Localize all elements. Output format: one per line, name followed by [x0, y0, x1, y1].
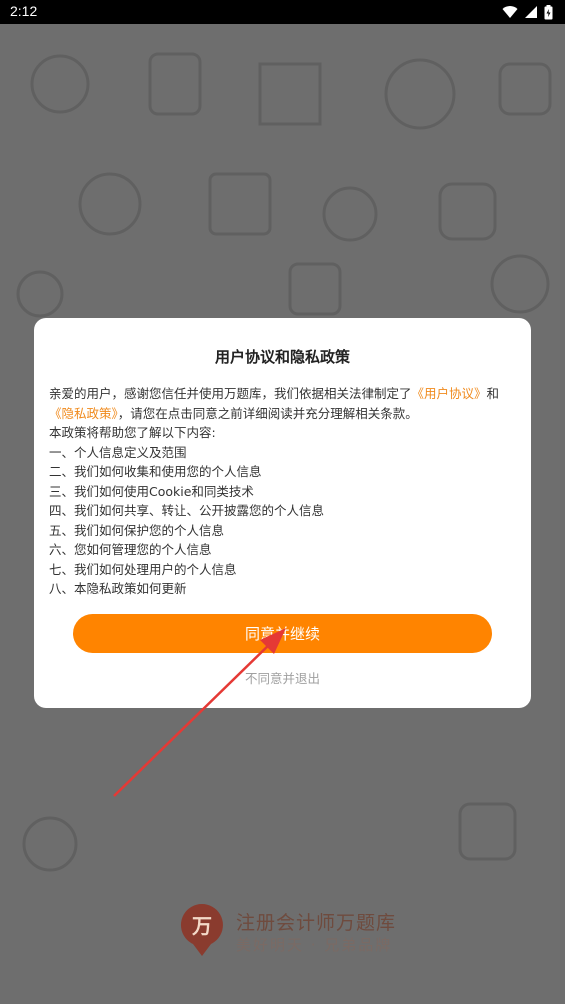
agree-continue-button[interactable]: 同意并继续	[73, 614, 492, 653]
status-icons	[502, 4, 553, 20]
policy-item: 四、我们如何共享、转让、公开披露您的个人信息	[49, 503, 325, 518]
signal-icon	[525, 6, 537, 18]
policy-item: 三、我们如何使用Cookie和同类技术	[49, 483, 254, 499]
privacy-policy-link[interactable]: 《隐私政策》	[49, 406, 118, 421]
help-line: 本政策将帮助您了解以下内容:	[49, 425, 216, 440]
intro-and: 和	[486, 386, 500, 401]
policy-item: 八、本隐私政策如何更新	[49, 581, 187, 596]
policy-item: 二、我们如何收集和使用您的个人信息	[49, 464, 262, 479]
intro-suffix: ，请您在点击同意之前详细阅读并充分理解相关条款。	[117, 405, 418, 421]
decline-exit-button[interactable]: 不同意并退出	[34, 668, 531, 687]
svg-text:万: 万	[191, 914, 212, 938]
wifi-icon	[502, 6, 518, 19]
brand-logo-icon: 万	[180, 904, 223, 956]
policy-item: 七、我们如何处理用户的个人信息	[49, 561, 237, 577]
dialog-title: 用户协议和隐私政策	[214, 348, 350, 366]
policy-item: 六、您如何管理您的个人信息	[49, 542, 212, 557]
policy-item: 一、个人信息定义及范围	[49, 444, 187, 460]
brand-footer: 万 注册会计师万题库 美好明天 · 兄弟品牌	[178, 902, 418, 962]
status-time: 2:12	[10, 3, 38, 19]
dialog-body: 亲爱的用户，感谢您信任并使用万题库，我们依据相关法律制定了《用户协议》和《隐私政…	[49, 384, 519, 599]
intro-text: 亲爱的用户，感谢您信任并使用万题库，我们依据相关法律制定了	[49, 386, 412, 401]
brand-name: 注册会计师万题库	[236, 912, 397, 934]
privacy-dialog: 用户协议和隐私政策 亲爱的用户，感谢您信任并使用万题库，我们依据相关法律制定了《…	[34, 318, 531, 708]
policy-item: 五、我们如何保护您的个人信息	[49, 522, 225, 538]
brand-slogan: 美好明天 · 兄弟品牌	[236, 936, 393, 954]
user-agreement-link[interactable]: 《用户协议》	[412, 386, 487, 401]
status-bar: 2:12	[0, 0, 565, 24]
battery-icon	[544, 4, 553, 19]
